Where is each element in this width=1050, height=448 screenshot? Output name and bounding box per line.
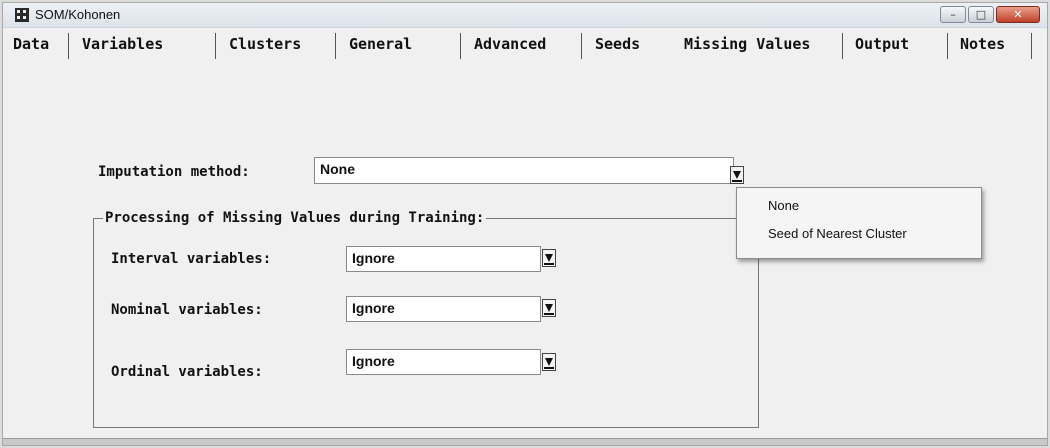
tab-data[interactable]: Data — [13, 35, 49, 53]
status-bar — [3, 438, 1047, 445]
ordinal-variables-label: Ordinal variables: — [111, 364, 263, 380]
tab-separator — [68, 33, 69, 59]
grid-app-icon — [15, 8, 29, 22]
tab-clusters[interactable]: Clusters — [229, 35, 301, 53]
nominal-variables-label: Nominal variables: — [111, 302, 263, 318]
tab-seeds[interactable]: Seeds — [595, 35, 640, 53]
interval-variables-dropdown-button[interactable] — [542, 249, 556, 267]
imputation-dropdown-list: None Seed of Nearest Cluster — [736, 187, 982, 259]
nominal-variables-dropdown-button[interactable] — [542, 299, 556, 317]
chevron-down-icon — [733, 171, 741, 179]
tab-variables[interactable]: Variables — [82, 35, 163, 53]
interval-variables-label: Interval variables: — [111, 251, 272, 267]
imputation-method-field[interactable]: None — [314, 157, 734, 184]
tab-separator — [215, 33, 216, 59]
close-button[interactable]: ✕ — [996, 6, 1040, 23]
underline-bar — [544, 263, 554, 265]
imputation-method-dropdown-button[interactable] — [730, 166, 744, 184]
dropdown-option-seed-of-nearest-cluster[interactable]: Seed of Nearest Cluster — [768, 226, 907, 241]
tab-separator — [581, 33, 582, 59]
tab-separator — [947, 33, 948, 59]
interval-variables-value: Ignore — [352, 250, 395, 266]
title-bar[interactable]: SOM/Kohonen – □ ✕ — [3, 3, 1047, 28]
chevron-down-icon — [545, 254, 553, 262]
tab-advanced[interactable]: Advanced — [474, 35, 546, 53]
chevron-down-icon — [545, 358, 553, 366]
nominal-variables-field[interactable]: Ignore — [346, 296, 541, 322]
underline-bar — [544, 313, 554, 315]
som-kohonen-window: SOM/Kohonen – □ ✕ Data Variables Cluster… — [2, 2, 1048, 446]
tab-separator — [335, 33, 336, 59]
maximize-icon: □ — [975, 8, 987, 21]
tab-separator — [460, 33, 461, 59]
minimize-button[interactable]: – — [940, 6, 966, 23]
chevron-down-icon — [545, 304, 553, 312]
minimize-icon: – — [950, 8, 956, 21]
imputation-method-label: Imputation method: — [98, 164, 250, 180]
window-title: SOM/Kohonen — [35, 7, 121, 22]
tab-missing-values[interactable]: Missing Values — [684, 35, 810, 53]
tab-separator — [1031, 33, 1032, 59]
tab-strip: Data Variables Clusters General Advanced… — [3, 31, 1047, 59]
close-icon: ✕ — [1013, 8, 1023, 21]
ordinal-variables-dropdown-button[interactable] — [542, 353, 556, 371]
dropdown-option-none[interactable]: None — [768, 198, 799, 213]
tab-separator — [842, 33, 843, 59]
underline-bar — [544, 367, 554, 369]
tab-notes[interactable]: Notes — [960, 35, 1005, 53]
tab-general[interactable]: General — [349, 35, 412, 53]
interval-variables-field[interactable]: Ignore — [346, 246, 541, 272]
ordinal-variables-field[interactable]: Ignore — [346, 349, 541, 375]
imputation-method-value: None — [320, 161, 355, 177]
ordinal-variables-value: Ignore — [352, 353, 395, 369]
tab-output[interactable]: Output — [855, 35, 909, 53]
maximize-button[interactable]: □ — [968, 6, 994, 23]
group-title: Processing of Missing Values during Trai… — [103, 210, 487, 226]
underline-bar — [732, 180, 742, 182]
nominal-variables-value: Ignore — [352, 300, 395, 316]
